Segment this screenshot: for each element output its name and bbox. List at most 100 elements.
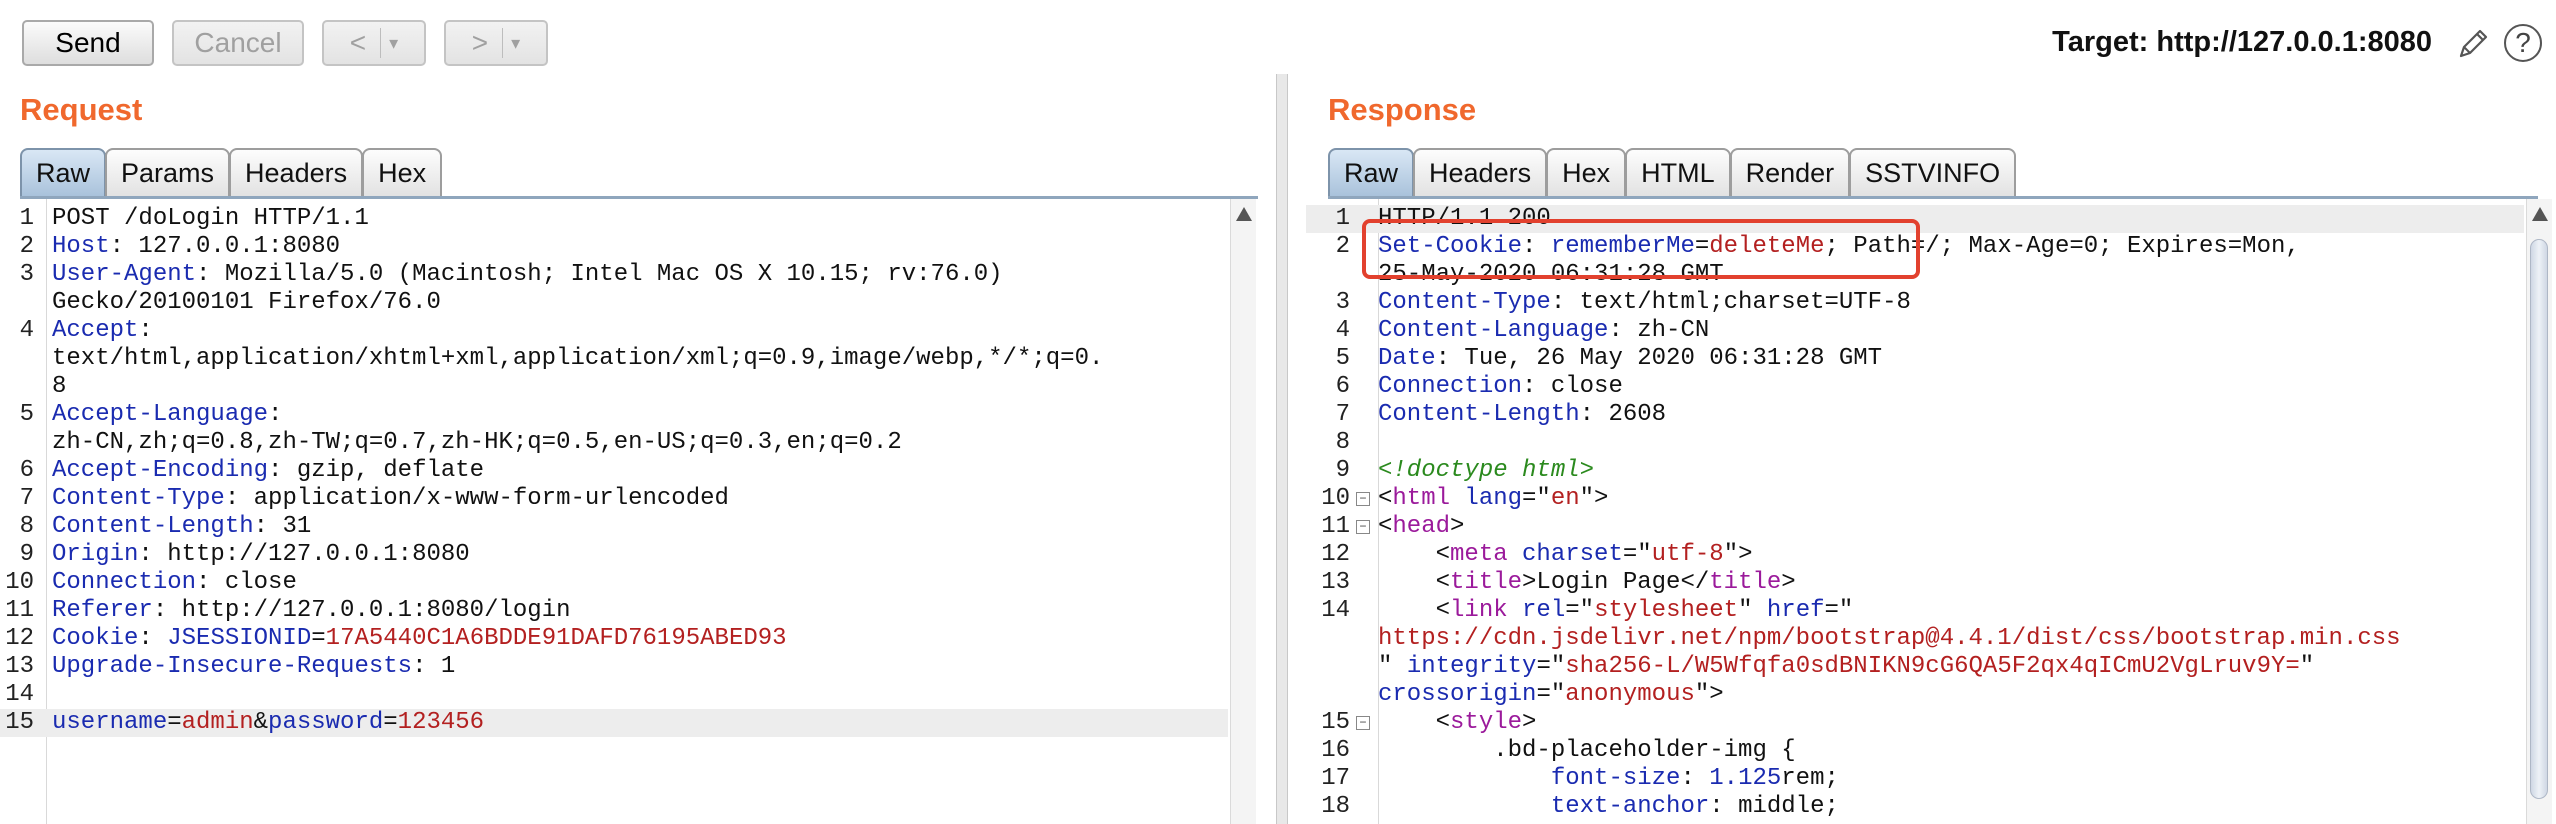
response-code-line[interactable]: 5 Date: Tue, 26 May 2020 06:31:28 GMT bbox=[1306, 345, 2524, 373]
response-code-line[interactable]: 15− <style> bbox=[1306, 709, 2524, 737]
request-editor[interactable]: 1 POST /doLogin HTTP/1.1 2 Host: 127.0.0.1:… bbox=[0, 199, 1228, 824]
request-code-line[interactable]: 14 bbox=[0, 681, 1228, 709]
response-code-line[interactable]: 6 Connection: close bbox=[1306, 373, 2524, 401]
request-scrollbar[interactable] bbox=[1230, 199, 1256, 824]
code-token: href bbox=[1766, 597, 1825, 624]
request-code-line[interactable]: 7 Content-Type: application/x-www-form-ur… bbox=[0, 485, 1228, 513]
response-code-line[interactable]: 8 bbox=[1306, 429, 2524, 457]
request-code-line[interactable]: 1 POST /doLogin HTTP/1.1 bbox=[0, 205, 1228, 233]
code-token: meta bbox=[1450, 541, 1508, 568]
response-scroll-thumb[interactable] bbox=[2530, 239, 2548, 799]
line-text: zh-CN,zh;q=0.8,zh-TW;q=0.7,zh-HK;q=0.5,e… bbox=[52, 429, 902, 457]
code-token: zh-CN,zh;q=0.8,zh-TW;q=0.7,zh-HK;q=0.5,e… bbox=[52, 429, 902, 456]
response-code-line[interactable]: 7 Content-Length: 2608 bbox=[1306, 401, 2524, 429]
response-code-line[interactable]: 11− <head> bbox=[1306, 513, 2524, 541]
code-token: Content-Type bbox=[52, 485, 225, 512]
edit-target-pencil-icon[interactable] bbox=[2455, 26, 2491, 62]
response-tab-raw[interactable]: Raw bbox=[1328, 148, 1415, 196]
back-button[interactable]: < ▾ bbox=[322, 20, 426, 66]
code-token: Origin bbox=[52, 541, 139, 568]
code-token: head bbox=[1392, 513, 1451, 540]
response-code-line[interactable]: " integrity="sha256-L/W5Wfqfa0sdBNIKN9cG… bbox=[1306, 653, 2524, 681]
code-token: : 1 bbox=[412, 653, 456, 680]
fold-toggle-icon[interactable]: − bbox=[1356, 716, 1370, 730]
code-token: text-anchor bbox=[1550, 793, 1710, 820]
code-token: stylesheet bbox=[1594, 597, 1739, 624]
line-number: 8 bbox=[1335, 429, 1350, 456]
response-tab-hex[interactable]: Hex bbox=[1546, 148, 1627, 196]
response-editor[interactable]: 1 HTTP/1.1 200 2 Set-Cookie: rememberMe=del… bbox=[1306, 199, 2524, 824]
response-code-line[interactable]: 17 font-size: 1.125rem; bbox=[1306, 765, 2524, 793]
request-code-line[interactable]: Gecko/20100101 Firefox/76.0 bbox=[0, 289, 1228, 317]
forward-button[interactable]: > ▾ bbox=[444, 20, 548, 66]
response-tab-headers[interactable]: Headers bbox=[1413, 148, 1548, 196]
response-code-line[interactable]: crossorigin="anonymous"> bbox=[1306, 681, 2524, 709]
pane-splitter[interactable] bbox=[1276, 74, 1288, 824]
request-code-line[interactable]: 6 Accept-Encoding: gzip, deflate bbox=[0, 457, 1228, 485]
response-tab-sstvinfo[interactable]: SSTVINFO bbox=[1849, 148, 2017, 196]
code-token: : Tue, 26 May 2020 06:31:28 GMT bbox=[1435, 345, 1883, 372]
request-code-line[interactable]: text/html,application/xhtml+xml,applicat… bbox=[0, 345, 1228, 373]
request-code-line[interactable]: 3 User-Agent: Mozilla/5.0 (Macintosh; Int… bbox=[0, 261, 1228, 289]
code-token: < bbox=[1378, 541, 1451, 568]
request-code-line[interactable]: 8 bbox=[0, 373, 1228, 401]
response-code-line[interactable]: 14 <link rel="stylesheet" href=" bbox=[1306, 597, 2524, 625]
request-code-line[interactable]: zh-CN,zh;q=0.8,zh-TW;q=0.7,zh-HK;q=0.5,e… bbox=[0, 429, 1228, 457]
line-text: " integrity="sha256-L/W5Wfqfa0sdBNIKN9cG… bbox=[1378, 653, 2314, 681]
request-code-line[interactable]: 5 Accept-Language: bbox=[0, 401, 1228, 429]
line-number: 11 bbox=[5, 597, 34, 624]
request-tab-params[interactable]: Params bbox=[105, 148, 231, 196]
line-text: 8 bbox=[52, 373, 66, 401]
code-token: lang bbox=[1464, 485, 1523, 512]
response-code-line[interactable]: 18 text-anchor: middle; bbox=[1306, 793, 2524, 821]
toolbar: Send Cancel < ▾ > ▾ Target: http://127.0.0… bbox=[0, 0, 2556, 76]
code-token: Content-Length bbox=[52, 513, 254, 540]
line-text: font-size: 1.125rem; bbox=[1378, 765, 1839, 793]
code-token: : http://127.0.0.1:8080 bbox=[138, 541, 470, 568]
code-token: .bd-placeholder-img { bbox=[1378, 737, 1796, 764]
request-code-line[interactable]: 2 Host: 127.0.0.1:8080 bbox=[0, 233, 1228, 261]
response-tab-html[interactable]: HTML bbox=[1625, 148, 1731, 196]
fold-toggle-icon[interactable]: − bbox=[1356, 492, 1370, 506]
response-tab-render[interactable]: Render bbox=[1729, 148, 1851, 196]
request-tab-hex[interactable]: Hex bbox=[362, 148, 443, 196]
scroll-up-arrow-icon[interactable] bbox=[1236, 207, 1252, 221]
response-code-line[interactable]: 9 <!doctype html> bbox=[1306, 457, 2524, 485]
request-code-line[interactable]: 4 Accept: bbox=[0, 317, 1228, 345]
request-code-line[interactable]: 12 Cookie: JSESSIONID=17A5440C1A6BDDE91DA… bbox=[0, 625, 1228, 653]
code-token: " bbox=[1378, 653, 1407, 680]
forward-dropdown-icon[interactable]: ▾ bbox=[511, 33, 520, 54]
line-number: 14 bbox=[1321, 597, 1350, 624]
line-number: 3 bbox=[1335, 289, 1350, 316]
response-code-line[interactable]: 13 <title>Login Page</title> bbox=[1306, 569, 2524, 597]
response-code-line[interactable]: 16 .bd-placeholder-img { bbox=[1306, 737, 2524, 765]
cancel-button[interactable]: Cancel bbox=[172, 20, 304, 66]
response-code-line[interactable]: 12 <meta charset="utf-8"> bbox=[1306, 541, 2524, 569]
request-code-line[interactable]: 9 Origin: http://127.0.0.1:8080 bbox=[0, 541, 1228, 569]
request-code-line[interactable]: 10 Connection: close bbox=[0, 569, 1228, 597]
scroll-up-arrow-icon[interactable] bbox=[2532, 207, 2548, 221]
send-button[interactable]: Send bbox=[22, 20, 154, 66]
fold-toggle-icon[interactable]: − bbox=[1356, 520, 1370, 534]
request-code-line[interactable]: 13 Upgrade-Insecure-Requests: 1 bbox=[0, 653, 1228, 681]
request-code-line[interactable]: 11 Referer: http://127.0.0.1:8080/login bbox=[0, 597, 1228, 625]
request-code-line[interactable]: 8 Content-Length: 31 bbox=[0, 513, 1228, 541]
code-token: : bbox=[138, 317, 153, 344]
request-tab-headers[interactable]: Headers bbox=[229, 148, 364, 196]
response-code-line[interactable]: 10− <html lang="en"> bbox=[1306, 485, 2524, 513]
code-token: > bbox=[1450, 513, 1465, 540]
code-token: 123456 bbox=[397, 709, 485, 736]
help-icon[interactable]: ? bbox=[2504, 24, 2542, 62]
response-code-line[interactable]: https://cdn.jsdelivr.net/npm/bootstrap@4… bbox=[1306, 625, 2524, 653]
response-code-line[interactable]: 4 Content-Language: zh-CN bbox=[1306, 317, 2524, 345]
response-scrollbar[interactable] bbox=[2526, 199, 2552, 824]
request-code-line[interactable]: 15 username=admin&password=123456 bbox=[0, 709, 1228, 737]
code-token: Gecko/20100101 Firefox/76.0 bbox=[52, 289, 441, 316]
back-dropdown-icon[interactable]: ▾ bbox=[389, 33, 398, 54]
request-tabs: Raw Params Headers Hex bbox=[20, 148, 443, 196]
request-tab-raw[interactable]: Raw bbox=[20, 148, 107, 196]
line-number: 2 bbox=[19, 233, 34, 260]
response-code-line[interactable]: 3 Content-Type: text/html;charset=UTF-8 bbox=[1306, 289, 2524, 317]
